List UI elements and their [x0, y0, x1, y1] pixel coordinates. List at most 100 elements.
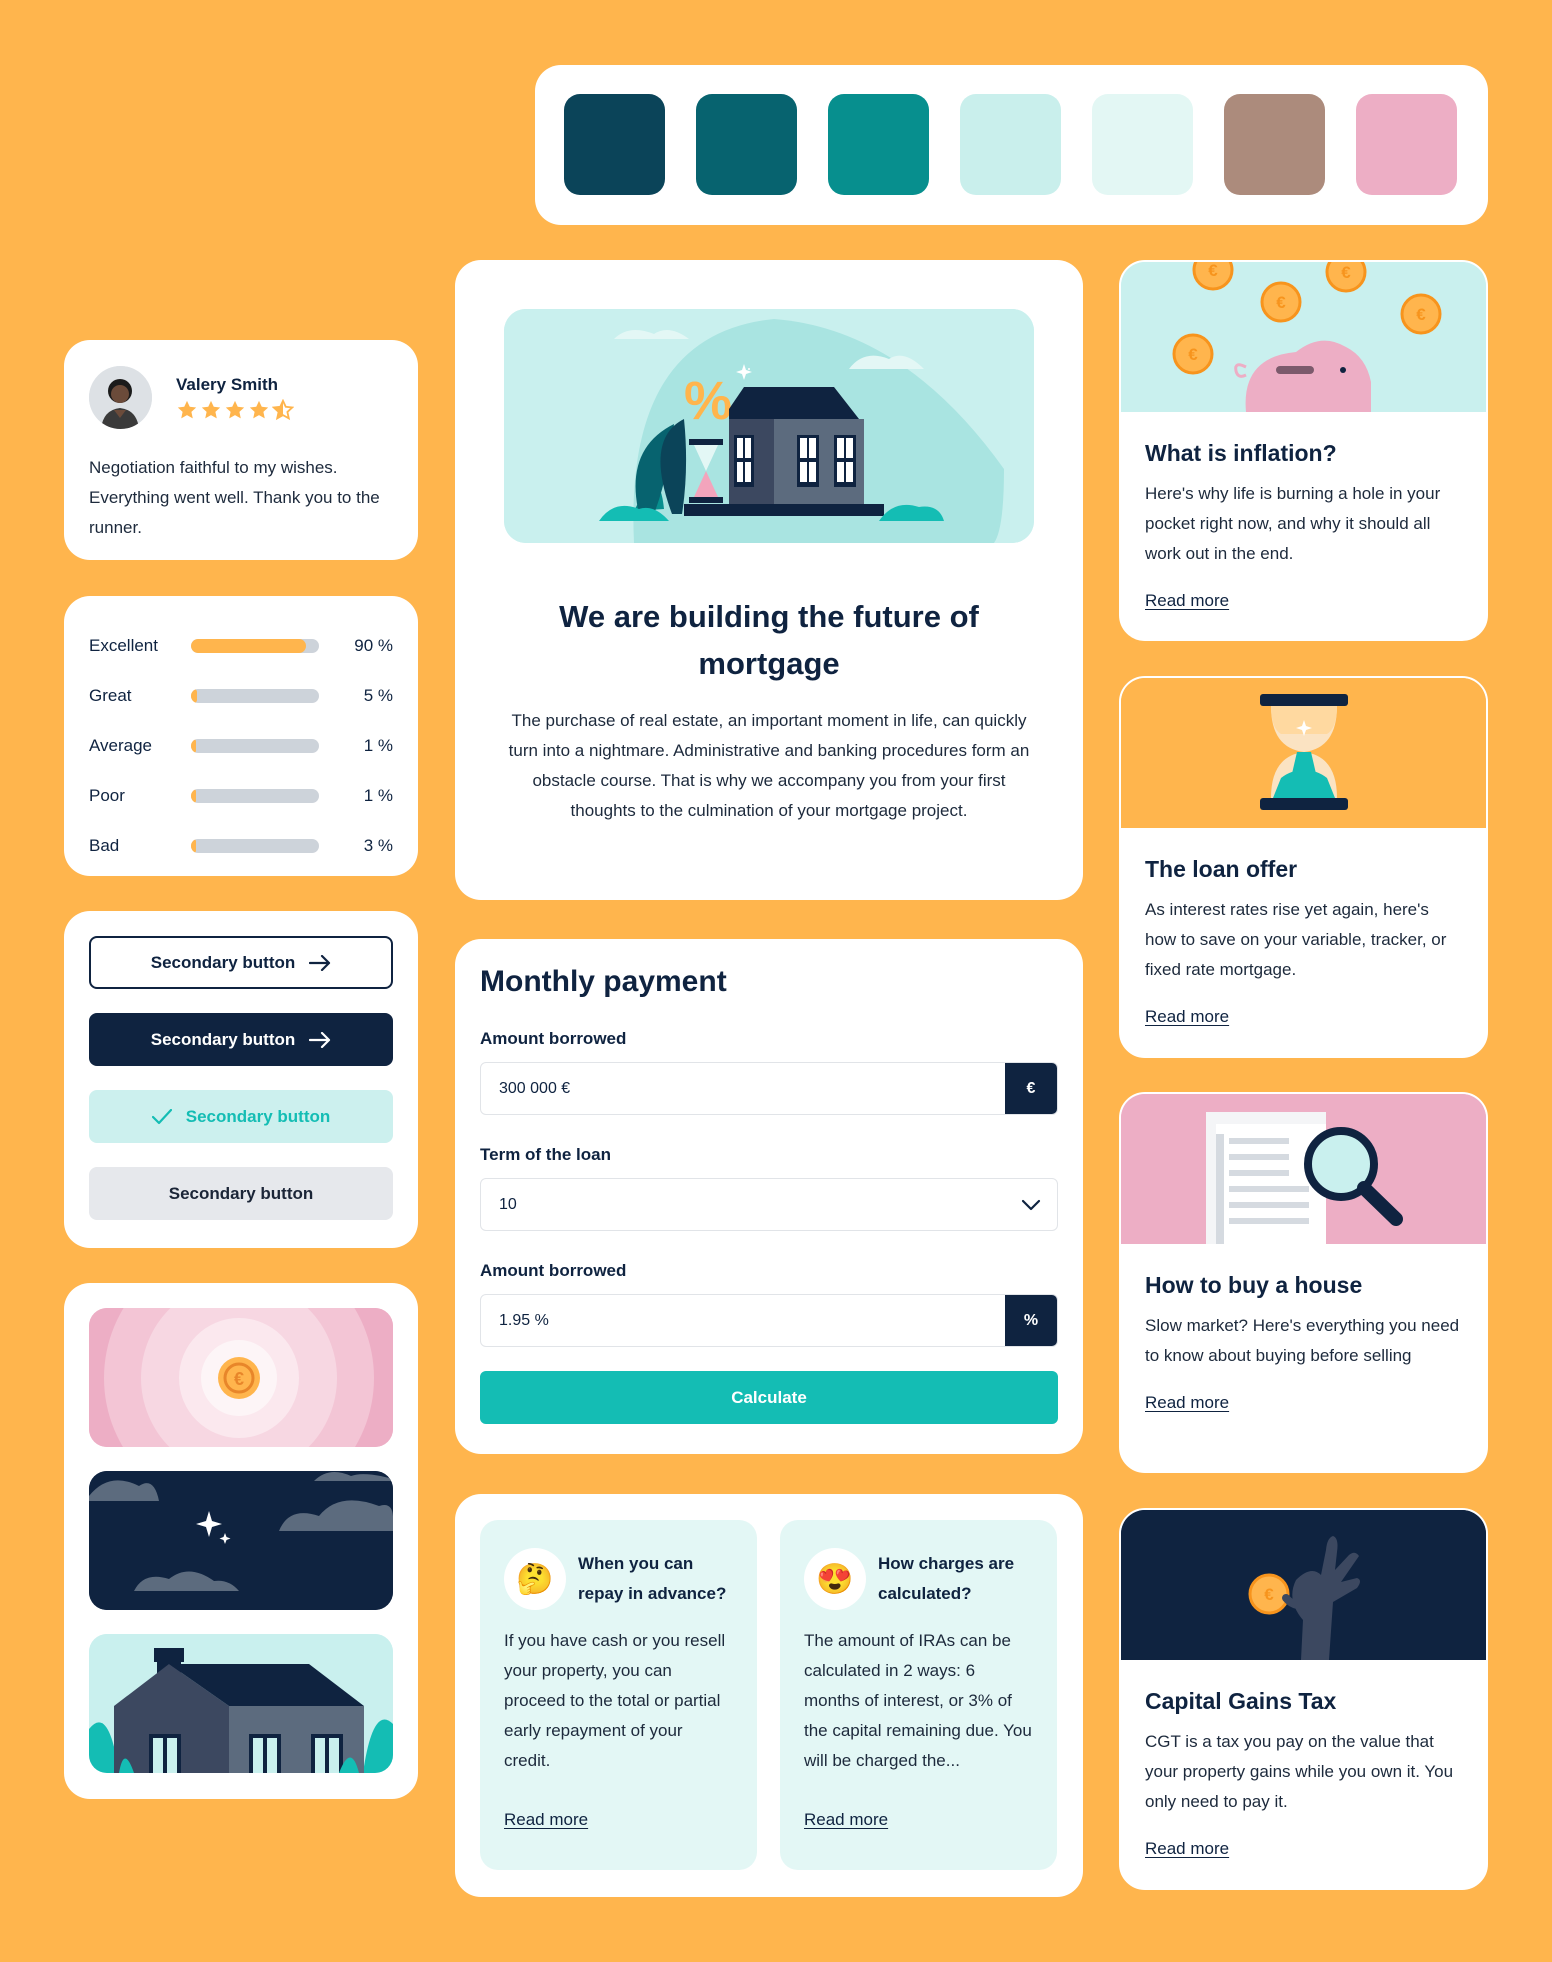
- svg-text:%: %: [684, 371, 732, 431]
- faq-answer: The amount of IRAs can be calculated in …: [804, 1631, 1032, 1770]
- secondary-disabled-button[interactable]: Secondary button: [89, 1167, 393, 1220]
- rating-bar: [191, 839, 319, 853]
- reviewer-name: Valery Smith: [176, 374, 279, 394]
- percent-unit: %: [1005, 1295, 1057, 1346]
- article-title: Capital Gains Tax: [1145, 1688, 1337, 1714]
- read-more-link[interactable]: Read more: [804, 1810, 888, 1830]
- swatch: [960, 94, 1061, 195]
- check-icon: [151, 1108, 172, 1124]
- term-select[interactable]: 10: [480, 1178, 1058, 1231]
- night-sky-illustration: [89, 1471, 393, 1610]
- rating-label: Excellent: [89, 636, 158, 655]
- faq-card: 🤔 When you can repay in advance? If you …: [455, 1494, 1083, 1897]
- half-star-icon: [272, 398, 294, 420]
- article-card-capital-gains[interactable]: € Capital Gains Tax CGT is a tax you pay…: [1119, 1508, 1488, 1890]
- secondary-success-button[interactable]: Secondary button: [89, 1090, 393, 1143]
- illustration-set: €: [64, 1283, 418, 1799]
- article-title: The loan offer: [1145, 856, 1298, 882]
- svg-text:€: €: [1416, 305, 1426, 324]
- rating-bar: [191, 639, 319, 653]
- rating-bar-fill: [191, 639, 307, 653]
- swatch: [1356, 94, 1457, 195]
- star-icon: [225, 400, 245, 418]
- svg-text:€: €: [1208, 262, 1218, 280]
- rating-bar: [191, 739, 319, 753]
- rate-value[interactable]: 1.95 %: [481, 1312, 1005, 1330]
- hero-card: % We are building the future of mortgage: [455, 260, 1083, 900]
- piggy-bank-illustration: € € € € €: [1121, 262, 1486, 412]
- star-rating: [176, 398, 294, 421]
- rating-row: Great 5 %: [89, 671, 393, 721]
- house-illustration: [89, 1634, 393, 1773]
- swatch: [1224, 94, 1325, 195]
- rating-row: Bad 3 %: [89, 821, 393, 871]
- rating-bar-fill: [191, 789, 197, 803]
- rating-bar-fill: [191, 739, 197, 753]
- rating-row: Poor 1 %: [89, 771, 393, 821]
- swatch: [696, 94, 797, 195]
- swatch: [828, 94, 929, 195]
- amount-value[interactable]: 300 000 €: [481, 1080, 1005, 1098]
- star-icon: [249, 400, 269, 418]
- hero-title: We are building the future of mortgage: [559, 599, 979, 681]
- term-label: Term of the loan: [480, 1145, 611, 1164]
- secondary-outline-button[interactable]: Secondary button: [89, 936, 393, 989]
- amount-field[interactable]: 300 000 € €: [480, 1062, 1058, 1115]
- article-card-inflation[interactable]: € € € € € What is inflation? Here's why life…: [1119, 260, 1488, 641]
- hand-coin-illustration: €: [1121, 1510, 1486, 1660]
- svg-text:€: €: [234, 1369, 244, 1389]
- read-more-link[interactable]: Read more: [1145, 1007, 1229, 1026]
- read-more-link[interactable]: Read more: [1145, 1393, 1229, 1412]
- arrow-right-icon: [309, 954, 331, 971]
- rate-field[interactable]: 1.95 % %: [480, 1294, 1058, 1347]
- article-text: As interest rates rise yet again, here's…: [1145, 900, 1447, 979]
- button-label: Secondary button: [168, 1183, 314, 1203]
- star-icon: [201, 400, 221, 418]
- review-card: Valery Smith Negotiation faithful to my …: [64, 340, 418, 560]
- svg-text:€: €: [1188, 345, 1198, 364]
- rating-label: Bad: [89, 836, 120, 855]
- article-text: CGT is a tax you pay on the value that y…: [1145, 1732, 1454, 1811]
- secondary-dark-button[interactable]: Secondary button: [89, 1013, 393, 1066]
- heart-eyes-icon: 😍: [804, 1548, 866, 1610]
- svg-text:€: €: [1341, 263, 1351, 282]
- magnifier-document-illustration: [1121, 1094, 1486, 1244]
- rating-percent: 3 %: [363, 836, 393, 855]
- article-text: Slow market? Here's everything you need …: [1145, 1316, 1460, 1365]
- mortgage-illustration: %: [504, 309, 1034, 543]
- hero-text: The purchase of real estate, an importan…: [508, 711, 1030, 820]
- rating-bar-fill: [191, 839, 197, 853]
- read-more-link[interactable]: Read more: [504, 1810, 588, 1830]
- thinking-face-icon: 🤔: [504, 1548, 566, 1610]
- rating-row: Excellent 90 %: [89, 621, 393, 671]
- read-more-link[interactable]: Read more: [1145, 1839, 1229, 1858]
- button-label: Secondary button: [185, 1106, 331, 1126]
- swatch: [564, 94, 665, 195]
- rating-percent: 1 %: [363, 786, 393, 805]
- hourglass-illustration: [1121, 678, 1486, 828]
- rating-bar: [191, 689, 319, 703]
- article-text: Here's why life is burning a hole in you…: [1145, 484, 1441, 563]
- faq-item: 🤔 When you can repay in advance? If you …: [480, 1520, 757, 1870]
- rate-label: Amount borrowed: [480, 1261, 627, 1280]
- rating-label: Poor: [89, 786, 125, 805]
- calculate-button[interactable]: Calculate: [480, 1371, 1058, 1424]
- rating-percent: 1 %: [363, 736, 393, 755]
- button-label: Secondary button: [150, 1029, 296, 1049]
- rating-percent: 5 %: [363, 686, 393, 705]
- rating-bar: [191, 789, 319, 803]
- article-card-loan-offer[interactable]: The loan offer As interest rates rise ye…: [1119, 676, 1488, 1058]
- read-more-link[interactable]: Read more: [1145, 591, 1229, 610]
- rating-row: Average 1 %: [89, 721, 393, 771]
- term-value[interactable]: 10: [481, 1196, 1021, 1214]
- faq-question: When you can repay in advance?: [578, 1554, 727, 1603]
- svg-text:€: €: [1264, 1585, 1274, 1604]
- rating-breakdown: Excellent 90 % Great 5 % Average 1 % Poo…: [64, 596, 418, 876]
- color-palette: [535, 65, 1488, 225]
- article-card-buy-house[interactable]: How to buy a house Slow market? Here's e…: [1119, 1092, 1488, 1473]
- faq-answer: If you have cash or you resell your prop…: [504, 1631, 726, 1770]
- coin-illustration: €: [89, 1308, 393, 1447]
- faq-item: 😍 How charges are calculated? The amount…: [780, 1520, 1057, 1870]
- rating-label: Great: [89, 686, 132, 705]
- rating-label: Average: [89, 736, 153, 755]
